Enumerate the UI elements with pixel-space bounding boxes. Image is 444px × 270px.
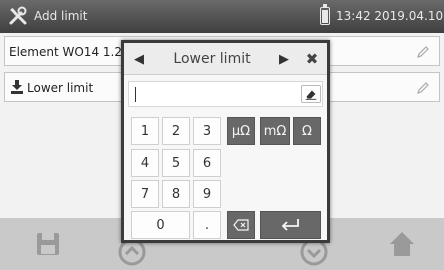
pencil-icon[interactable]: [415, 80, 431, 96]
key-8[interactable]: 8: [162, 180, 190, 208]
tools-icon: [9, 6, 27, 25]
save-icon[interactable]: [34, 230, 62, 258]
key-4[interactable]: 4: [131, 149, 159, 177]
dialog-title: Lower limit: [173, 51, 251, 67]
next-arrow-icon[interactable]: ▶: [272, 47, 296, 71]
list-item-label: Lower limit: [27, 81, 94, 95]
key-ohm[interactable]: Ω: [293, 117, 321, 145]
key-1[interactable]: 1: [131, 117, 159, 145]
dialog-header: ◀ Lower limit ▶ ✖: [124, 43, 327, 75]
numeric-keypad-dialog: ◀ Lower limit ▶ ✖ 1 2 3 µΩ mΩ Ω 4 5 6 7 …: [121, 40, 330, 243]
key-5[interactable]: 5: [162, 149, 190, 177]
close-icon[interactable]: ✖: [300, 47, 324, 71]
status-bar: Add limit 13:42 2019.04.10: [0, 0, 444, 33]
backspace-icon: [233, 219, 249, 231]
datetime: 13:42 2019.04.10: [336, 9, 444, 23]
text-caret: [135, 87, 136, 102]
value-input[interactable]: [128, 81, 323, 107]
download-icon: [11, 80, 23, 94]
battery-icon: [320, 4, 330, 25]
key-3[interactable]: 3: [193, 117, 221, 145]
key-dot[interactable]: .: [193, 211, 221, 239]
home-icon[interactable]: [388, 230, 416, 258]
page-title: Add limit: [34, 9, 88, 23]
backspace-key[interactable]: [227, 211, 255, 239]
prev-arrow-icon[interactable]: ◀: [127, 47, 151, 71]
pencil-icon[interactable]: [415, 44, 431, 60]
key-0[interactable]: 0: [131, 211, 190, 239]
key-2[interactable]: 2: [162, 117, 190, 145]
enter-icon: [281, 219, 299, 231]
key-9[interactable]: 9: [193, 180, 221, 208]
key-7[interactable]: 7: [131, 180, 159, 208]
key-milli-ohm[interactable]: mΩ: [260, 117, 290, 145]
key-6[interactable]: 6: [193, 149, 221, 177]
enter-key[interactable]: [260, 211, 321, 239]
key-micro-ohm[interactable]: µΩ: [227, 117, 255, 145]
list-item-label: Element WO14 1.2: [9, 45, 122, 59]
eraser-icon[interactable]: [301, 85, 321, 103]
